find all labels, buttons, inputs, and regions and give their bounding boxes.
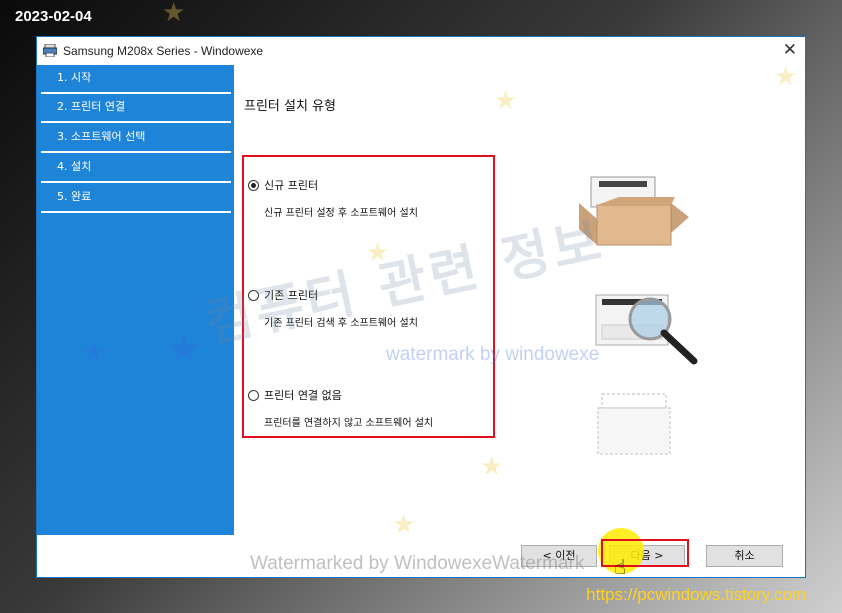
radio-button-selected[interactable] <box>248 179 259 191</box>
star-decoration-icon: ★ <box>392 510 416 540</box>
cancel-button[interactable]: 취소 <box>706 545 783 567</box>
printer-magnifier-icon <box>595 294 698 365</box>
option-no-printer-label: 프린터 연결 없음 <box>264 389 342 402</box>
star-decoration-icon: ★ <box>162 0 186 28</box>
date-stamp: 2023-02-04 <box>15 8 92 25</box>
option-new-printer-description: 신규 프린터 설정 후 소프트웨어 설치 <box>264 208 418 219</box>
option-new-printer-label: 신규 프린터 <box>264 179 319 192</box>
page-title: 프린터 설치 유형 <box>244 99 336 114</box>
close-icon[interactable]: ✕ <box>783 40 797 60</box>
window-title: Samsung M208x Series - Windowexe <box>63 44 264 58</box>
star-decoration-icon: ★ <box>82 338 106 368</box>
star-decoration-icon: ★ <box>494 86 518 116</box>
sidebar-step-start: 1. 시작 <box>41 65 231 94</box>
watermark-small: watermark by windowexe <box>386 344 600 365</box>
star-decoration-icon: ★ <box>774 62 798 92</box>
site-url: https://pcwindows.tistory.com <box>586 585 806 604</box>
printer-app-icon <box>43 44 57 57</box>
sidebar-step-printer-connection: 2. 프린터 연결 <box>41 94 231 123</box>
option-no-printer-description: 프린터를 연결하지 않고 소프트웨어 설치 <box>264 418 434 429</box>
radio-button[interactable] <box>248 389 259 401</box>
printer-outline-icon <box>597 393 671 455</box>
option-no-printer[interactable]: 프린터 연결 없음 <box>248 387 342 403</box>
title-bar: Samsung M208x Series - Windowexe ✕ <box>37 37 805 65</box>
sidebar-step-complete: 5. 완료 <box>41 184 231 213</box>
star-decoration-icon: ★ <box>480 452 504 482</box>
option-new-printer[interactable]: 신규 프린터 <box>248 177 318 193</box>
star-decoration-icon: ★ <box>166 326 202 372</box>
hand-cursor-icon: ☝ <box>614 555 627 579</box>
watermark-bottom: Watermarked by WindowexeWatermark <box>250 553 585 574</box>
sidebar-step-install: 4. 설치 <box>41 154 231 183</box>
sidebar-step-software-select: 3. 소프트웨어 선택 <box>41 124 231 153</box>
